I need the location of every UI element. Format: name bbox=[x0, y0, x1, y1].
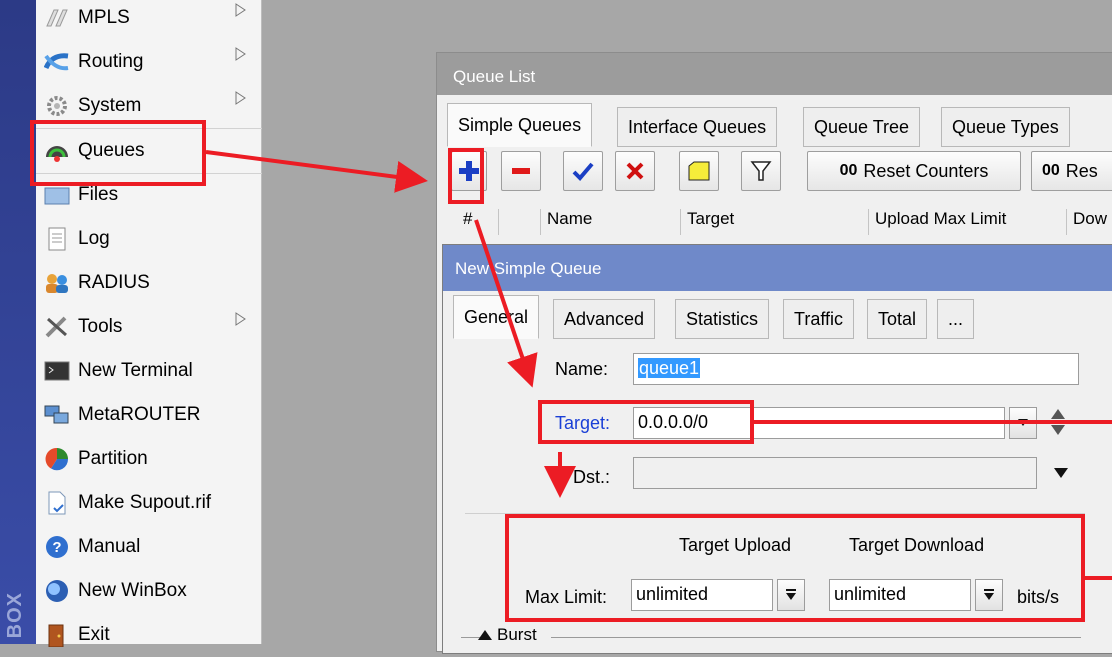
arrow-queues-to-add bbox=[205, 150, 428, 193]
annotation-arrows bbox=[205, 150, 1112, 580]
arrow-add-to-target bbox=[474, 219, 538, 388]
